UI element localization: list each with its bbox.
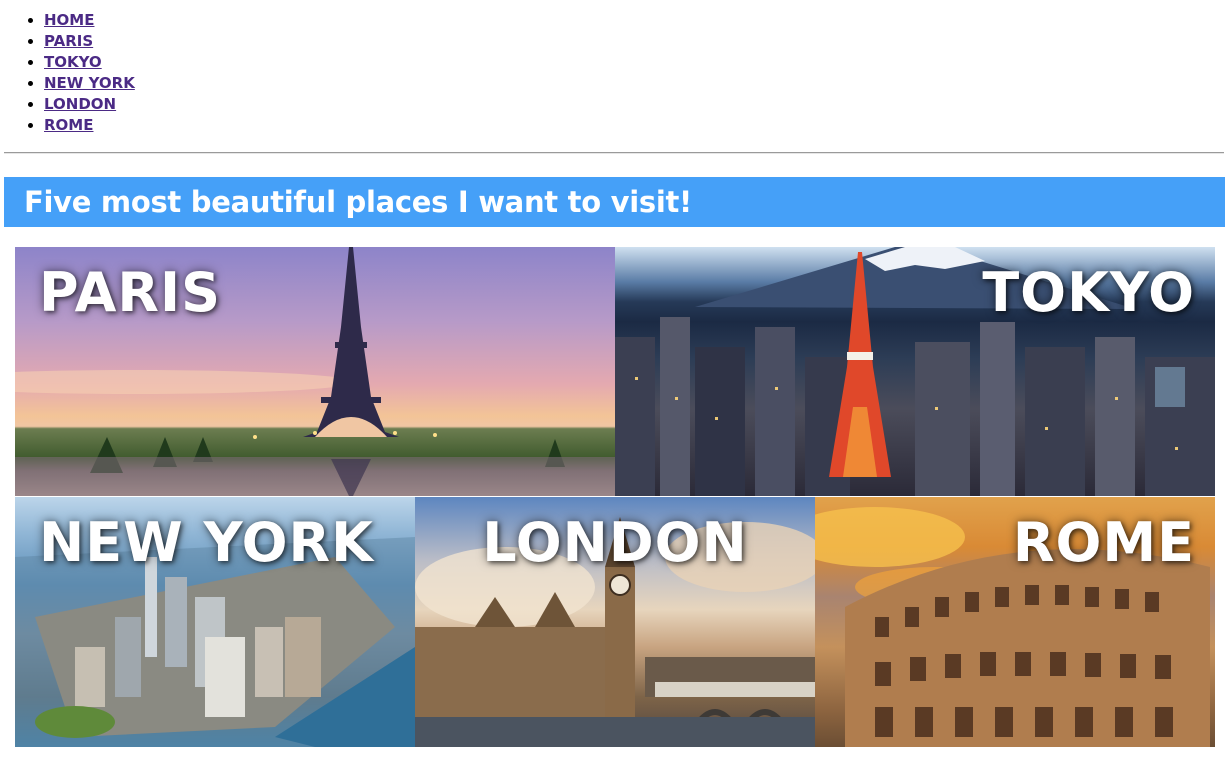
nav-link-london[interactable]: LONDON [44,95,116,113]
nav-item-tokyo: TOKYO [44,52,1228,73]
nav-item-new-york: NEW YORK [44,73,1228,94]
main-nav: HOME PARIS TOKYO NEW YORK LONDON ROME [0,0,1228,136]
tile-label-paris: PARIS [39,261,221,324]
tile-tokyo: TOKYO [615,247,1215,496]
tile-london: LONDON [415,497,815,747]
page-banner: Five most beautiful places I want to vis… [4,177,1225,227]
city-gallery: PARIS TOKYO NEW YORK LONDON ROME [15,247,1215,747]
nav-item-london: LONDON [44,94,1228,115]
nav-item-home: HOME [44,10,1228,31]
nav-link-rome[interactable]: ROME [44,116,93,134]
nav-link-home[interactable]: HOME [44,11,94,29]
tile-label-new-york: NEW YORK [39,511,374,574]
tile-label-tokyo: TOKYO [982,261,1195,324]
tile-rome: ROME [815,497,1215,747]
nav-item-rome: ROME [44,115,1228,136]
section-divider [4,152,1224,154]
tile-label-rome: ROME [1012,511,1195,574]
nav-link-paris[interactable]: PARIS [44,32,93,50]
tile-paris: PARIS [15,247,615,496]
nav-link-tokyo[interactable]: TOKYO [44,53,102,71]
nav-link-new-york[interactable]: NEW YORK [44,74,135,92]
page-title: Five most beautiful places I want to vis… [24,185,692,219]
tile-new-york: NEW YORK [15,497,415,747]
tile-label-london: LONDON [482,511,748,574]
nav-item-paris: PARIS [44,31,1228,52]
